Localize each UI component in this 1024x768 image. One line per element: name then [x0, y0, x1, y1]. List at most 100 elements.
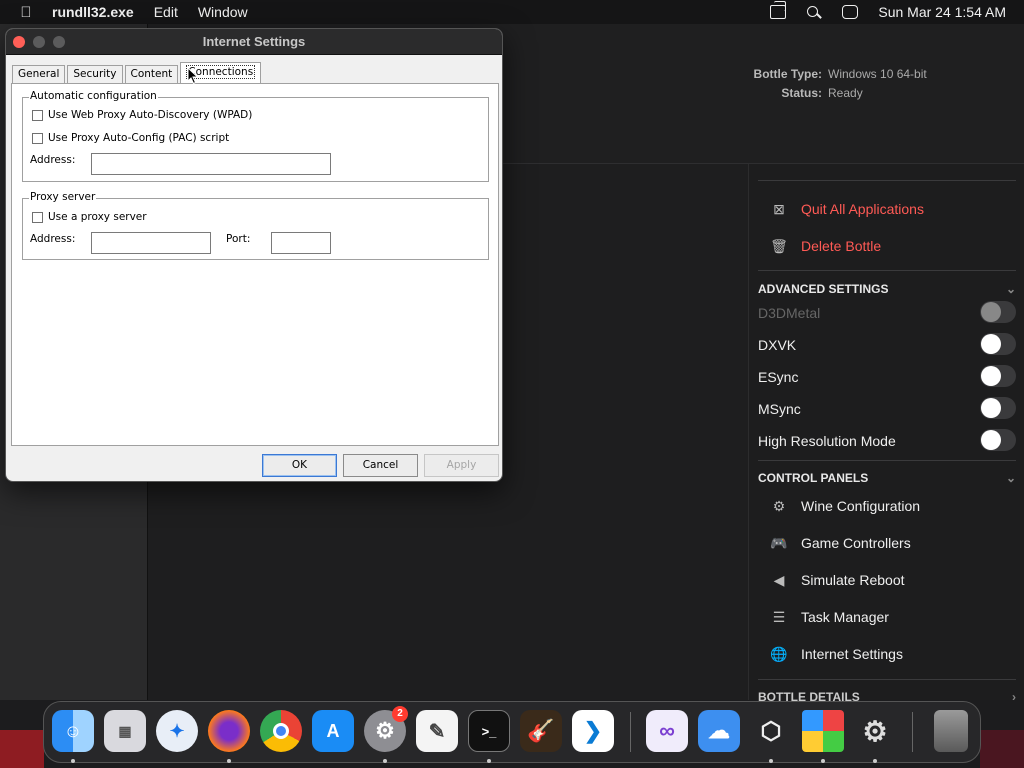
garageband-icon[interactable]: 🎸 — [520, 710, 562, 752]
proxy-address-label: Address: — [30, 233, 76, 245]
wpad-checkbox-box[interactable] — [32, 109, 43, 121]
d3dmetal-label: D3DMetal — [758, 305, 821, 321]
wine-configuration-button[interactable]: ⚙ Wine Configuration — [768, 494, 920, 518]
game-controllers-button[interactable]: 🎮 Game Controllers — [768, 531, 911, 555]
pac-label: Use Proxy Auto-Config (PAC) script — [48, 132, 230, 144]
control-center-icon[interactable] — [842, 5, 859, 19]
proxy-port-input[interactable] — [271, 232, 331, 254]
app-store-icon[interactable]: A — [312, 710, 354, 752]
wpad-checkbox[interactable]: Use Web Proxy Auto-Discovery (WPAD) — [32, 109, 252, 121]
chevron-down-icon: ⌄ — [1005, 471, 1016, 485]
dxvk-label: DXVK — [758, 337, 797, 353]
bottle-type-row: Bottle Type: Windows 10 64-bit — [752, 67, 927, 81]
chrome-icon[interactable] — [260, 710, 302, 752]
pac-address-input[interactable] — [91, 153, 331, 175]
dxvk-toggle[interactable] — [980, 333, 1016, 355]
apply-button[interactable]: Apply — [424, 454, 499, 477]
launchpad-icon[interactable]: ▦ — [104, 710, 146, 752]
simulate-reboot-button[interactable]: ◀ Simulate Reboot — [768, 568, 905, 592]
list-icon: ☰ — [772, 609, 786, 625]
automatic-configuration-legend: Automatic configuration — [29, 90, 158, 102]
proxy-server-group: Proxy server Use a proxy server Address:… — [22, 191, 489, 260]
tab-general[interactable]: General — [12, 65, 66, 83]
ok-button[interactable]: OK — [262, 454, 337, 477]
internet-settings-label: Internet Settings — [801, 646, 903, 662]
wine-gear-icon[interactable]: ⚙ — [854, 710, 896, 752]
dialog-titlebar[interactable]: Internet Settings — [6, 29, 502, 55]
wallpaper — [980, 730, 1024, 768]
dock-separator — [912, 712, 913, 752]
pac-checkbox-box[interactable] — [32, 132, 43, 144]
divider — [758, 180, 1016, 181]
proxy-address-input[interactable] — [91, 232, 211, 254]
trash-icon: 🗑 — [770, 238, 788, 254]
trash-icon[interactable] — [934, 710, 968, 752]
apple-menu-icon[interactable]:  — [0, 4, 52, 21]
msync-toggle[interactable] — [980, 397, 1016, 419]
app-menu[interactable]: rundll32.exe — [52, 4, 134, 20]
running-indicator — [821, 759, 825, 763]
menu-window[interactable]: Window — [198, 4, 248, 20]
connections-panel: Automatic configuration Use Web Proxy Au… — [11, 83, 499, 446]
dock-separator — [630, 712, 631, 752]
divider — [758, 679, 1016, 680]
textedit-icon[interactable]: ✎ — [416, 710, 458, 752]
dialog-title: Internet Settings — [202, 34, 306, 49]
menubar-clock[interactable]: Sun Mar 24 1:54 AM — [878, 4, 1006, 20]
spotlight-search-icon[interactable] — [806, 5, 822, 19]
chevron-down-icon: ⌄ — [1005, 282, 1016, 296]
high-res-toggle[interactable] — [980, 429, 1016, 451]
advanced-settings-header[interactable]: ADVANCED SETTINGS ⌄ — [758, 282, 1016, 296]
internet-settings-dialog: Internet Settings General Security Conte… — [5, 28, 503, 482]
safari-icon[interactable]: ✦ — [156, 710, 198, 752]
firefox-icon[interactable] — [208, 710, 250, 752]
bottle-type-value: Windows 10 64-bit — [828, 67, 927, 81]
gear-icon: ⚙ — [772, 498, 786, 514]
running-indicator — [873, 759, 877, 763]
running-indicator — [383, 759, 387, 763]
control-panels-header[interactable]: CONTROL PANELS ⌄ — [758, 471, 1016, 485]
game-controllers-label: Game Controllers — [801, 535, 911, 551]
gamepad-icon: 🎮 — [770, 535, 788, 551]
proxy-port-label: Port: — [226, 233, 251, 245]
stage-manager-icon[interactable] — [770, 1, 787, 19]
vscode-icon[interactable]: ❯ — [572, 710, 614, 752]
task-manager-button[interactable]: ☰ Task Manager — [768, 605, 889, 629]
whisky-icon[interactable]: ⬡ — [750, 710, 792, 752]
dock: ☺ ▦ ✦ A ⚙ 2 ✎ >_ 🎸 ❯ ∞ ☁ ⬡ ⚙ — [43, 701, 981, 763]
use-proxy-checkbox-box[interactable] — [32, 211, 43, 223]
running-indicator — [71, 759, 75, 763]
notification-badge: 2 — [392, 706, 408, 722]
delete-bottle-label: Delete Bottle — [801, 238, 882, 254]
esync-toggle[interactable] — [980, 365, 1016, 387]
cancel-button[interactable]: Cancel — [343, 454, 418, 477]
d3dmetal-toggle — [980, 301, 1016, 323]
esync-label: ESync — [758, 369, 799, 385]
bottle-status-row: Status: Ready — [752, 86, 862, 100]
delete-bottle-button[interactable]: 🗑 Delete Bottle — [758, 231, 1016, 261]
tab-security[interactable]: Security — [67, 65, 123, 83]
weather-icon[interactable]: ☁ — [698, 710, 740, 752]
tab-content[interactable]: Content — [124, 65, 179, 83]
close-square-icon: ⊠ — [773, 201, 785, 217]
internet-settings-button[interactable]: 🌐 Internet Settings — [768, 642, 903, 666]
mouse-cursor-icon — [187, 67, 199, 85]
use-proxy-checkbox[interactable]: Use a proxy server — [32, 211, 147, 223]
quit-all-button[interactable]: ⊠ Quit All Applications — [758, 194, 1016, 224]
wine-configuration-label: Wine Configuration — [801, 498, 921, 514]
terminal-icon[interactable]: >_ — [468, 710, 510, 752]
high-res-label: High Resolution Mode — [758, 433, 896, 449]
wpad-label: Use Web Proxy Auto-Discovery (WPAD) — [48, 109, 253, 121]
visual-studio-icon[interactable]: ∞ — [646, 710, 688, 752]
bottle-status-label: Status: — [781, 86, 822, 100]
advanced-settings-title: ADVANCED SETTINGS — [758, 282, 889, 296]
proxy-server-legend: Proxy server — [29, 191, 97, 203]
reboot-icon: ◀ — [773, 572, 785, 588]
bottle-type-label: Bottle Type: — [753, 67, 822, 81]
menu-edit[interactable]: Edit — [154, 4, 178, 20]
finder-icon[interactable]: ☺ — [52, 710, 94, 752]
windows-icon[interactable] — [802, 710, 844, 752]
running-indicator — [227, 759, 231, 763]
running-indicator — [487, 759, 491, 763]
pac-checkbox[interactable]: Use Proxy Auto-Config (PAC) script — [32, 132, 229, 144]
